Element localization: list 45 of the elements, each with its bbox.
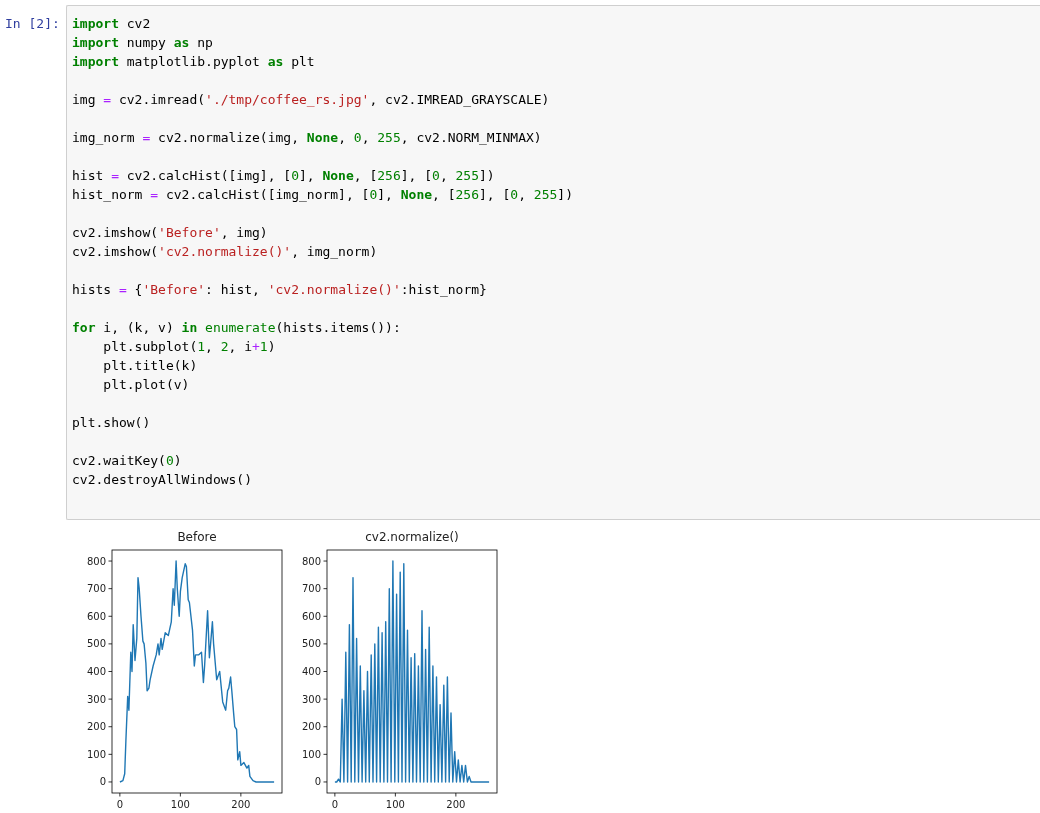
tick-label: 100 xyxy=(385,799,405,810)
tick-label: 0 xyxy=(314,776,321,788)
tick-label: 400 xyxy=(86,666,106,677)
tick-label: 0 xyxy=(331,799,339,810)
code-line: hist = cv2.calcHist([img], [0], None, [256], [0, 255]) xyxy=(72,168,495,183)
code-line: cv2.imshow('cv2.normalize()', img_norm) xyxy=(72,244,378,259)
tick-label: 300 xyxy=(86,693,106,705)
code-line: cv2.imshow('Before', img) xyxy=(72,225,268,240)
code-editor[interactable] xyxy=(66,5,1040,520)
code-line: plt.plot(v) xyxy=(102,377,190,392)
tick-label: 200 xyxy=(86,721,106,733)
tick-label: 100 xyxy=(301,748,321,760)
cell-prompt: In [2]: xyxy=(4,15,61,33)
code-line: hists = {'Before': hist, 'cv2.normalize()':hist_norm} xyxy=(72,282,487,297)
tick-label: 200 xyxy=(446,799,466,810)
code-line: plt.subplot(1, 2, i+1) xyxy=(102,339,276,354)
code-line: cv2.destroyAllWindows() xyxy=(72,472,252,487)
code-line: import cv2 xyxy=(72,16,151,31)
tick-label: 0 xyxy=(116,799,124,810)
tick-label: 300 xyxy=(301,693,321,705)
tick-label: 600 xyxy=(86,610,106,622)
code-line: plt.title(k) xyxy=(102,358,198,373)
code-line: img = cv2.imread('./tmp/coffee_rs.jpg', cv2.IMREAD_GRAYSCALE) xyxy=(72,92,550,107)
tick-label: 200 xyxy=(231,799,251,810)
code-line: cv2.waitKey(0) xyxy=(72,453,182,468)
code-line: hist_norm = cv2.calcHist([img_norm], [0], None, [256], [0, 255]) xyxy=(72,187,573,202)
tick-label: 700 xyxy=(86,583,106,595)
code-line: import matplotlib.pyplot as plt xyxy=(72,54,315,69)
chart-title: cv2.normalize() xyxy=(365,530,459,544)
tick-label: 800 xyxy=(301,555,321,567)
code-line: plt.show() xyxy=(72,415,151,430)
code-line: for i, (k, v) in enumerate(hists.items()): xyxy=(72,320,401,335)
tick-label: 500 xyxy=(301,638,321,650)
code-line: import numpy as np xyxy=(72,35,213,50)
tick-label: 700 xyxy=(301,583,321,595)
tick-label: 800 xyxy=(86,555,106,567)
tick-label: 600 xyxy=(301,610,321,622)
chart-title: Before xyxy=(177,530,217,544)
tick-label: 400 xyxy=(301,666,321,677)
code-line: img_norm = cv2.normalize(img, None, 0, 255, cv2.NORM_MINMAX) xyxy=(72,130,542,145)
tick-label: 500 xyxy=(86,638,106,650)
tick-label: 100 xyxy=(170,799,190,810)
tick-label: 100 xyxy=(86,748,106,760)
tick-label: 0 xyxy=(99,776,106,788)
tick-label: 200 xyxy=(301,721,321,733)
